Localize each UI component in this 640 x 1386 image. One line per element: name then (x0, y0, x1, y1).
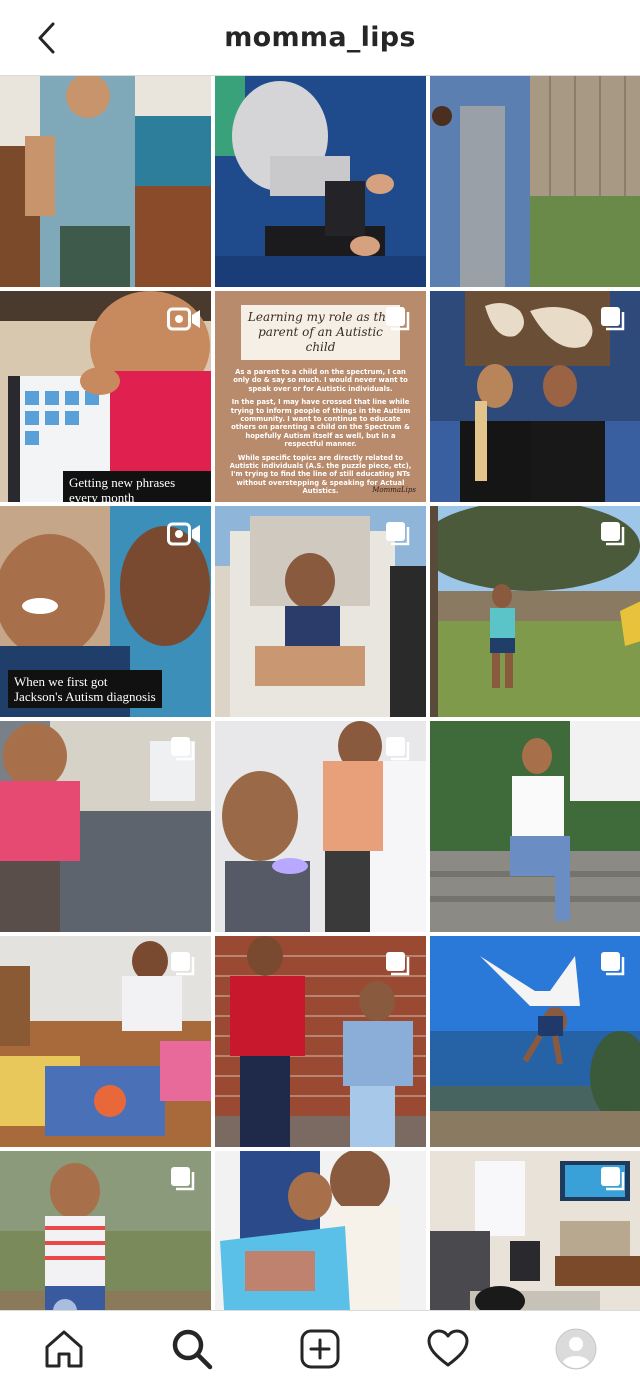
video-icon (167, 521, 201, 547)
post-tile-18[interactable] (430, 1151, 640, 1310)
post-tile-8[interactable] (215, 506, 426, 717)
carousel-icon (169, 950, 197, 978)
post-tile-13[interactable] (0, 936, 211, 1147)
add-post-icon (300, 1329, 340, 1369)
avatar-icon (555, 1328, 597, 1370)
post-image (215, 1151, 426, 1310)
post-image (0, 76, 211, 287)
video-icon (167, 306, 201, 332)
profile-username: momma_lips (224, 22, 416, 53)
carousel-icon (384, 735, 412, 763)
post-tile-7[interactable]: When we first got Jackson's Autism diagn… (0, 506, 211, 717)
carousel-icon (169, 735, 197, 763)
home-icon (45, 1330, 83, 1368)
tab-profile[interactable] (551, 1324, 601, 1374)
carousel-icon (599, 520, 627, 548)
tab-new-post[interactable] (295, 1324, 345, 1374)
carousel-icon (599, 950, 627, 978)
carousel-icon (384, 520, 412, 548)
post-grid: Getting new phrases every month with Jac… (0, 76, 640, 1310)
carousel-icon (169, 1165, 197, 1193)
tab-search[interactable] (167, 1324, 217, 1374)
post-tile-12[interactable] (430, 721, 640, 932)
post-tile-4[interactable]: Getting new phrases every month with Jac… (0, 291, 211, 502)
carousel-icon (599, 305, 627, 333)
post-tile-5[interactable]: Learning my role as the parent of an Aut… (215, 291, 426, 502)
post-tile-11[interactable] (215, 721, 426, 932)
post-tile-17[interactable] (215, 1151, 426, 1310)
quote-signature: MommaLips (372, 486, 416, 494)
post-image (215, 76, 426, 287)
carousel-icon (384, 950, 412, 978)
quote-paragraph: As a parent to a child on the spectrum, … (233, 368, 408, 393)
quote-title: Learning my role as the parent of an Aut… (241, 305, 400, 360)
tab-activity[interactable] (423, 1324, 473, 1374)
post-tile-2[interactable] (215, 76, 426, 287)
carousel-icon (599, 1165, 627, 1193)
quote-body: As a parent to a child on the spectrum, … (227, 368, 414, 496)
tab-home[interactable] (39, 1324, 89, 1374)
quote-paragraph: In the past, I may have crossed that lin… (230, 398, 411, 449)
back-button[interactable] (22, 14, 72, 62)
post-image (430, 76, 640, 287)
search-icon (172, 1329, 213, 1370)
post-tile-16[interactable] (0, 1151, 211, 1310)
post-caption-overlay: Getting new phrases every month with Jac… (63, 471, 211, 502)
post-tile-6[interactable] (430, 291, 640, 502)
carousel-icon (384, 305, 412, 333)
post-tile-15[interactable] (430, 936, 640, 1147)
top-bar: momma_lips (0, 0, 640, 76)
post-tile-9[interactable] (430, 506, 640, 717)
post-tile-10[interactable] (0, 721, 211, 932)
post-image (430, 721, 640, 932)
post-tile-1[interactable] (0, 76, 211, 287)
chevron-left-icon (38, 22, 55, 54)
heart-icon (427, 1329, 469, 1367)
post-tile-3[interactable] (430, 76, 640, 287)
bottom-tab-bar (0, 1310, 640, 1386)
post-caption-overlay: When we first got Jackson's Autism diagn… (8, 670, 162, 708)
post-tile-14[interactable] (215, 936, 426, 1147)
